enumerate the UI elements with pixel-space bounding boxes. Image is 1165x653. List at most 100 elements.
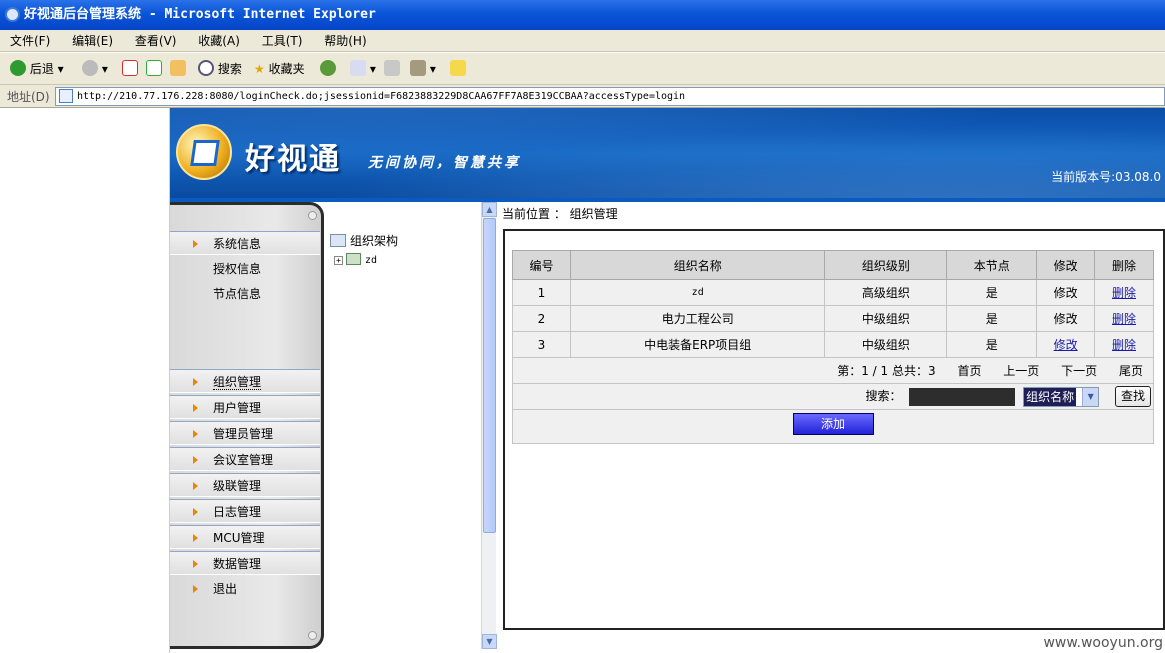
print-button[interactable] bbox=[384, 59, 400, 79]
nav-org-management[interactable]: 组织管理 bbox=[170, 369, 320, 393]
col-delete: 删除 bbox=[1094, 250, 1154, 280]
menu-view[interactable]: 查看(V) bbox=[127, 30, 185, 52]
nav-meeting-room-management[interactable]: 会议室管理 bbox=[170, 447, 320, 471]
window-titlebar: 好视通后台管理系统 - Microsoft Internet Explorer bbox=[0, 0, 1165, 30]
add-row: 添加 bbox=[512, 409, 1154, 444]
menu-help[interactable]: 帮助(H) bbox=[316, 30, 374, 52]
refresh-icon bbox=[146, 60, 162, 76]
col-local-node: 本节点 bbox=[946, 250, 1038, 280]
arrow-icon bbox=[193, 404, 198, 412]
messenger-button[interactable] bbox=[450, 59, 466, 79]
find-button[interactable]: 查找 bbox=[1115, 386, 1151, 407]
forward-button[interactable]: ▾ bbox=[82, 59, 108, 79]
refresh-button[interactable] bbox=[146, 59, 162, 79]
edit-link[interactable]: 修改 bbox=[1054, 338, 1078, 352]
arrow-icon bbox=[193, 456, 198, 464]
print-icon bbox=[384, 60, 400, 76]
browser-left-frame bbox=[0, 108, 170, 653]
stop-button[interactable] bbox=[122, 59, 138, 79]
expand-icon[interactable]: + bbox=[334, 256, 343, 265]
next-page-link[interactable]: 下一页 bbox=[1061, 364, 1097, 378]
nav-system-info[interactable]: 系统信息 bbox=[170, 231, 320, 255]
address-input[interactable]: http://210.77.176.228:8080/loginCheck.do… bbox=[55, 87, 1165, 106]
nav-auth-info[interactable]: 授权信息 bbox=[170, 257, 320, 281]
breadcrumb: 当前位置 ： 组织管理 bbox=[502, 207, 618, 221]
scroll-up-icon[interactable]: ▲ bbox=[482, 202, 497, 217]
scroll-down-icon[interactable]: ▼ bbox=[482, 634, 497, 649]
col-edit: 修改 bbox=[1036, 250, 1096, 280]
tree-root[interactable]: 组织架构 bbox=[330, 232, 398, 249]
forward-arrow-icon bbox=[82, 60, 98, 76]
edit-icon bbox=[410, 60, 426, 76]
nav-cascade-management[interactable]: 级联管理 bbox=[170, 473, 320, 497]
table-row: 3 中电装备ERP项目组 中级组织 是 修改 删除 bbox=[512, 331, 1154, 358]
search-input[interactable] bbox=[909, 387, 1016, 406]
arrow-icon bbox=[193, 378, 198, 386]
pagination: 第：1 / 1 总共：3 首页 上一页 下一页 尾页 bbox=[512, 357, 1154, 384]
col-org-level: 组织级别 bbox=[824, 250, 948, 280]
note-icon bbox=[450, 60, 466, 76]
search-button[interactable]: 搜索 bbox=[198, 59, 242, 79]
search-icon bbox=[198, 60, 214, 76]
frame-scrollbar[interactable]: ▲ ▼ bbox=[481, 202, 497, 649]
back-arrow-icon bbox=[10, 60, 26, 76]
delete-link[interactable]: 删除 bbox=[1112, 338, 1136, 352]
nav-dot-icon bbox=[308, 211, 317, 220]
add-button[interactable]: 添加 bbox=[792, 413, 874, 435]
folder-icon bbox=[330, 234, 346, 247]
org-tree: 组织架构 + zd bbox=[330, 232, 398, 266]
table-row: 2 电力工程公司 中级组织 是 修改 删除 bbox=[512, 305, 1154, 332]
history-icon bbox=[320, 60, 336, 76]
search-field-select[interactable]: 组织名称 ▼ bbox=[1023, 386, 1100, 407]
arrow-icon bbox=[193, 534, 198, 542]
history-button[interactable] bbox=[320, 59, 336, 79]
org-table: 编号 组织名称 组织级别 本节点 修改 删除 1 zd 高级组织 是 修改 删除… bbox=[512, 250, 1154, 444]
org-node-icon bbox=[346, 253, 361, 265]
menu-tools[interactable]: 工具(T) bbox=[254, 30, 311, 52]
nav-mcu-management[interactable]: MCU管理 bbox=[170, 525, 320, 549]
search-label: 搜索： bbox=[865, 389, 902, 403]
favorites-button[interactable]: ★ 收藏夹 bbox=[254, 59, 305, 79]
delete-link[interactable]: 删除 bbox=[1112, 286, 1136, 300]
arrow-icon bbox=[193, 508, 198, 516]
scroll-thumb[interactable] bbox=[483, 218, 496, 533]
nav-node-info[interactable]: 节点信息 bbox=[170, 282, 320, 306]
prev-page-link[interactable]: 上一页 bbox=[1003, 364, 1039, 378]
edit-button[interactable]: ▾ bbox=[410, 59, 436, 79]
last-page-link[interactable]: 尾页 bbox=[1119, 364, 1143, 378]
mail-button[interactable]: ▾ bbox=[350, 59, 376, 79]
menu-file[interactable]: 文件(F) bbox=[2, 30, 58, 52]
window-title: 好视通后台管理系统 - Microsoft Internet Explorer bbox=[24, 7, 376, 22]
nav-dot-icon bbox=[308, 631, 317, 640]
nav-logout[interactable]: 退出 bbox=[170, 577, 320, 601]
home-button[interactable] bbox=[170, 59, 186, 79]
arrow-icon bbox=[193, 560, 198, 568]
first-page-link[interactable]: 首页 bbox=[957, 364, 981, 378]
mail-icon bbox=[350, 60, 366, 76]
arrow-icon bbox=[193, 240, 198, 248]
version-label: 当前版本号:03.08.0 bbox=[1051, 170, 1161, 184]
org-panel: 编号 组织名称 组织级别 本节点 修改 删除 1 zd 高级组织 是 修改 删除… bbox=[503, 229, 1165, 630]
address-bar: 地址(D) http://210.77.176.228:8080/loginCh… bbox=[0, 85, 1165, 108]
chevron-down-icon: ▼ bbox=[1082, 387, 1099, 406]
delete-link[interactable]: 删除 bbox=[1112, 312, 1136, 326]
menu-bar: 文件(F) 编辑(E) 查看(V) 收藏(A) 工具(T) 帮助(H) bbox=[0, 30, 1165, 52]
address-url: http://210.77.176.228:8080/loginCheck.do… bbox=[77, 91, 686, 102]
edit-text: 修改 bbox=[1036, 305, 1096, 332]
col-id: 编号 bbox=[512, 250, 571, 280]
col-org-name: 组织名称 bbox=[569, 250, 826, 280]
nav-data-management[interactable]: 数据管理 bbox=[170, 551, 320, 575]
brand-name: 好视通 bbox=[245, 142, 341, 177]
stop-icon bbox=[122, 60, 138, 76]
menu-edit[interactable]: 编辑(E) bbox=[64, 30, 121, 52]
back-button[interactable]: 后退 ▾ bbox=[10, 59, 64, 79]
menu-favorites[interactable]: 收藏(A) bbox=[190, 30, 248, 52]
nav-log-management[interactable]: 日志管理 bbox=[170, 499, 320, 523]
tree-node-zd[interactable]: + zd bbox=[334, 253, 398, 266]
watermark: www.wooyun.org bbox=[1043, 635, 1163, 651]
nav-admin-management[interactable]: 管理员管理 bbox=[170, 421, 320, 445]
address-label: 地址(D) bbox=[7, 90, 50, 104]
nav-user-management[interactable]: 用户管理 bbox=[170, 395, 320, 419]
edit-text: 修改 bbox=[1036, 279, 1096, 306]
arrow-icon bbox=[193, 482, 198, 490]
